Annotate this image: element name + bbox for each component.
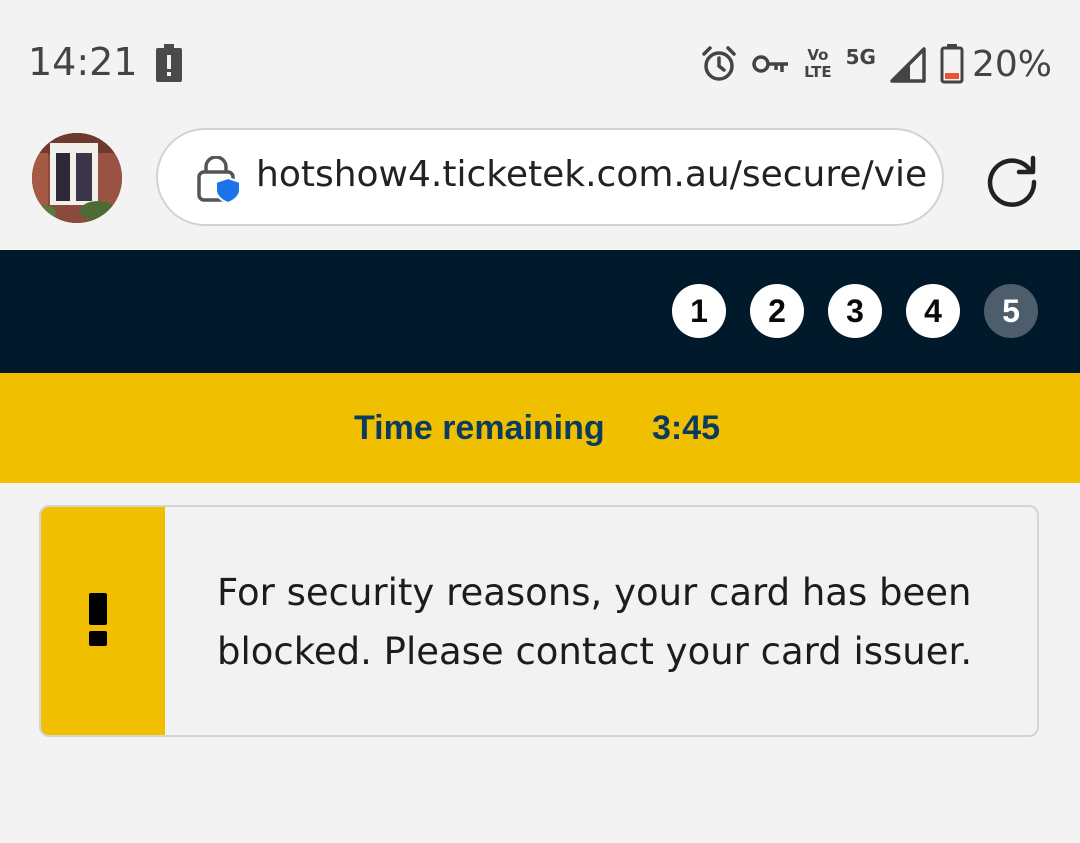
- battery-icon: [940, 44, 964, 84]
- error-alert: For security reasons, your card has been…: [39, 505, 1039, 737]
- volte-icon: Vo LTE: [804, 47, 832, 81]
- alert-indicator: [41, 507, 165, 735]
- secure-lock-icon[interactable]: [196, 156, 242, 204]
- status-icons: Vo LTE 5G 20%: [700, 40, 1052, 88]
- battery-percent: 20%: [971, 43, 1052, 85]
- alarm-icon: [702, 46, 736, 81]
- volte-top-label: Vo: [807, 46, 829, 64]
- alert-icon: [156, 44, 182, 82]
- timer-label: Time remaining: [354, 409, 605, 447]
- status-time: 14:21: [28, 40, 138, 84]
- timer-value: 3:45: [652, 409, 721, 447]
- step-1: 1: [672, 284, 726, 338]
- step-4: 4: [906, 284, 960, 338]
- browser-toolbar: hotshow4.ticketek.com.au/secure/vie: [0, 128, 1080, 250]
- alert-message: For security reasons, your card has been…: [217, 571, 973, 673]
- volte-bottom-label: LTE: [804, 63, 832, 81]
- reload-icon[interactable]: [984, 152, 1040, 208]
- avatar[interactable]: [32, 133, 122, 223]
- url-bar[interactable]: hotshow4.ticketek.com.au/secure/vie: [156, 128, 944, 226]
- step-3: 3: [828, 284, 882, 338]
- checkout-steps: 1 2 3 4 5: [672, 284, 1038, 338]
- network-type-label: 5G: [845, 45, 876, 69]
- signal-icon: [890, 47, 926, 83]
- timer-bar: Time remaining 3:45: [0, 373, 1080, 483]
- vpn-key-icon: [752, 55, 789, 73]
- checkout-header: 1 2 3 4 5: [0, 250, 1080, 373]
- url-text[interactable]: hotshow4.ticketek.com.au/secure/vie: [256, 154, 927, 195]
- step-2: 2: [750, 284, 804, 338]
- status-bar: 14:21 Vo LTE 5G 20%: [0, 0, 1080, 128]
- step-5-current: 5: [984, 284, 1038, 338]
- exclamation-icon: [89, 593, 107, 646]
